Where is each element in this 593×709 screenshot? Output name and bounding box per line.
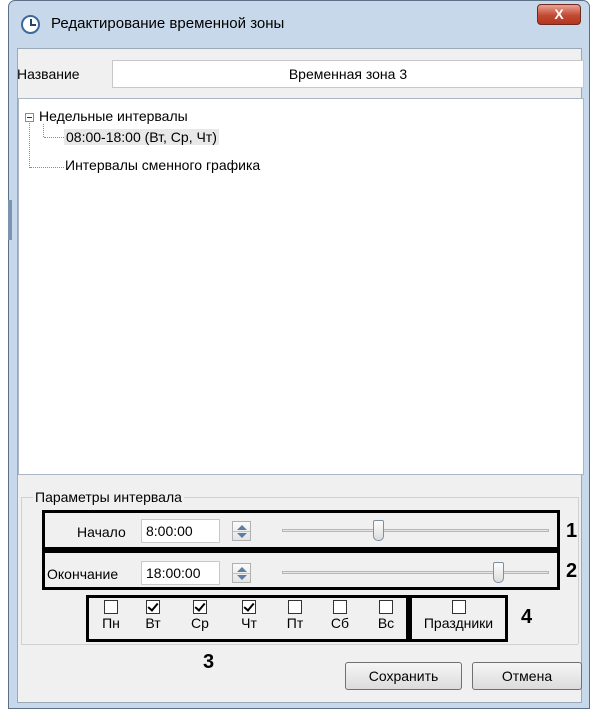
checkbox-icon[interactable] [379,600,393,614]
day-label: Вт [145,615,161,631]
tree-connector [29,123,30,168]
tree-item-weekly-intervals[interactable]: Недельные интервалы [39,108,188,124]
day-label: Вс [377,615,395,631]
day-checkbox-thu[interactable]: Чт [237,600,261,631]
collapse-toggle-icon[interactable] [25,113,34,122]
interval-params-title: Параметры интервала [33,489,184,505]
callout-2: 2 [566,560,578,582]
holidays-checkbox[interactable]: Праздники [413,600,504,631]
checkbox-icon[interactable] [193,600,207,614]
close-button[interactable]: X [537,4,581,25]
day-label: Пн [102,615,120,631]
day-checkbox-sun[interactable]: Вс [374,600,398,631]
clock-icon [21,15,40,34]
title-bar[interactable]: Редактирование временной зоны X [9,1,589,47]
callout-4: 4 [521,606,533,628]
tree-item-shift-intervals[interactable]: Интервалы сменного графика [65,157,260,173]
day-label: Ср [191,615,209,631]
name-input[interactable]: Временная зона 3 [112,60,584,88]
callout-3: 3 [203,651,215,673]
checkbox-icon[interactable] [104,600,118,614]
callout-box-2 [42,550,560,590]
day-label: Чт [241,615,257,631]
window-title: Редактирование временной зоны [51,15,285,32]
checkbox-icon[interactable] [242,600,256,614]
save-button[interactable]: Сохранить [345,662,462,690]
window-edge-highlight [8,200,12,240]
tree-connector [43,124,44,137]
group-border [21,644,578,645]
day-checkbox-mon[interactable]: Пн [99,600,123,631]
day-checkbox-wed[interactable]: Ср [188,600,212,631]
day-checkbox-fri[interactable]: Пт [283,600,307,631]
callout-box-1 [42,510,560,550]
holidays-label: Праздники [423,615,494,631]
tree-connector [30,167,64,168]
callout-1: 1 [566,520,578,542]
checkbox-icon[interactable] [146,600,160,614]
name-label: Название [17,66,80,82]
checkbox-icon[interactable] [333,600,347,614]
tree-item-interval[interactable]: 08:00-18:00 (Вт, Ср, Чт) [64,129,219,145]
tree-connector [44,137,64,138]
checkbox-icon[interactable] [451,600,466,614]
group-border [578,497,579,644]
cancel-button[interactable]: Отмена [472,662,582,690]
checkbox-icon[interactable] [288,600,302,614]
day-label: Пт [286,615,304,631]
interval-tree[interactable] [18,98,584,475]
day-label: Сб [330,615,350,631]
day-checkbox-tue[interactable]: Вт [141,600,165,631]
day-checkbox-sat[interactable]: Сб [328,600,352,631]
group-border [21,497,22,644]
